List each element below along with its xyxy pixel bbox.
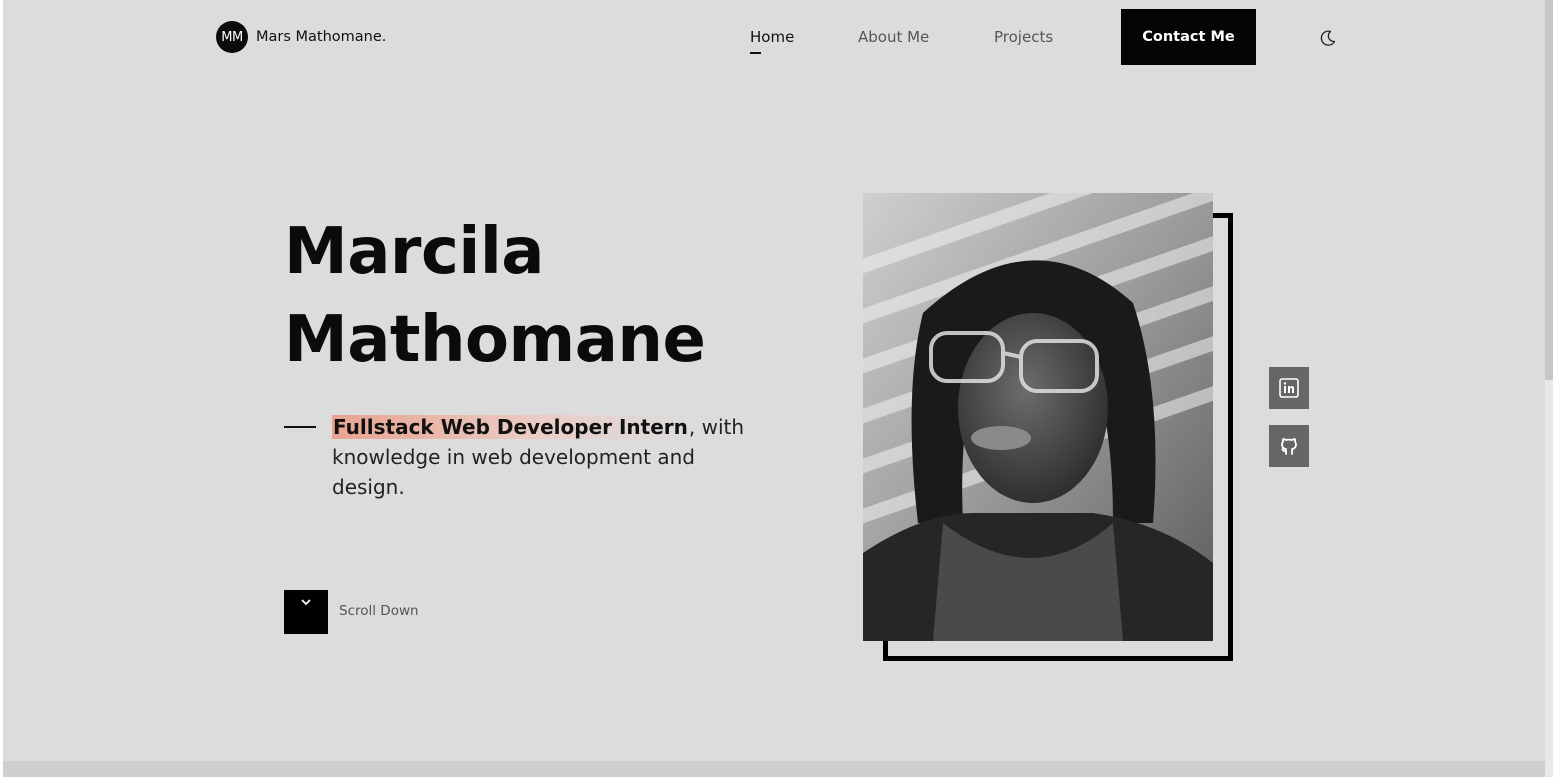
- logo-name: Mars Mathomane.: [256, 29, 387, 45]
- github-icon: [1281, 438, 1297, 455]
- nav-home[interactable]: Home: [750, 28, 794, 46]
- tagline-dash: [284, 426, 316, 428]
- chevron-down-icon: [301, 599, 311, 606]
- next-section-edge: [3, 761, 1545, 777]
- nav-about-me[interactable]: About Me: [858, 28, 929, 46]
- hero-role-suffix: ,: [688, 415, 696, 439]
- page-scrollbar[interactable]: [1545, 0, 1553, 777]
- contact-me-button[interactable]: Contact Me: [1121, 9, 1256, 65]
- site-logo[interactable]: MM Mars Mathomane.: [216, 21, 386, 53]
- logo-badge: MM: [216, 21, 248, 53]
- hero-tagline: Fullstack Web Developer Intern, with kno…: [332, 412, 752, 502]
- scrollbar-thumb[interactable]: [1545, 0, 1553, 380]
- nav-active-indicator: [750, 52, 761, 54]
- hero-last-name: Mathomane: [284, 303, 706, 377]
- scroll-down-label[interactable]: Scroll Down: [339, 603, 419, 619]
- moon-icon[interactable]: [1318, 28, 1338, 48]
- linkedin-icon: [1279, 378, 1299, 398]
- hero-name: Marcila Mathomane: [284, 208, 706, 384]
- page-left-edge: [0, 0, 3, 777]
- scroll-down-button[interactable]: [284, 590, 328, 634]
- nav-projects[interactable]: Projects: [994, 28, 1053, 46]
- github-button[interactable]: [1269, 425, 1309, 467]
- linkedin-button[interactable]: [1269, 367, 1309, 409]
- profile-photo: [863, 193, 1213, 641]
- hero-role: Fullstack Web Developer Intern: [332, 415, 689, 439]
- hero-first-name: Marcila: [284, 215, 544, 289]
